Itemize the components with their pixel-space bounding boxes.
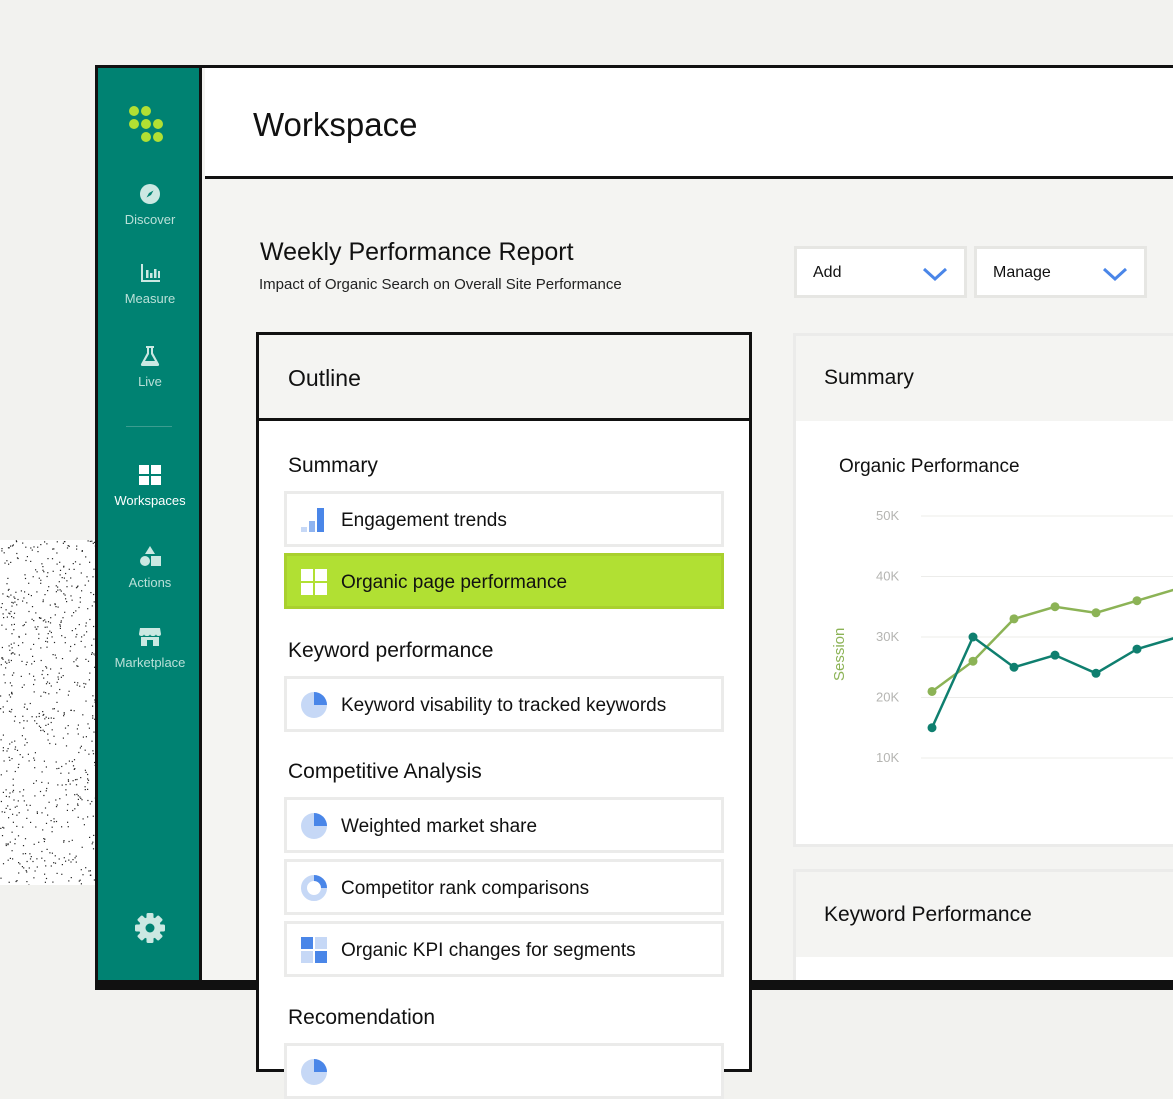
manage-dropdown[interactable]: Manage bbox=[974, 246, 1147, 298]
summary-card-title: Summary bbox=[824, 366, 914, 389]
y-axis-label: Session bbox=[831, 628, 848, 681]
data-point bbox=[1050, 650, 1060, 660]
pie-chart-icon bbox=[301, 813, 327, 839]
outline-item-label: Competitor rank comparisons bbox=[341, 878, 590, 899]
chevron-down-icon bbox=[1102, 267, 1128, 282]
data-point bbox=[1050, 602, 1060, 612]
keyword-card: Keyword Performance bbox=[793, 869, 1173, 989]
keyword-card-header: Keyword Performance bbox=[796, 872, 1173, 957]
grid-icon bbox=[301, 569, 327, 595]
manage-dropdown-label: Manage bbox=[993, 264, 1051, 281]
topbar: Workspace bbox=[205, 68, 1173, 179]
sidebar-item-label: Measure bbox=[124, 291, 176, 306]
data-point bbox=[927, 686, 937, 696]
data-point bbox=[1009, 662, 1019, 672]
data-point bbox=[927, 723, 937, 733]
outline-section-heading: Competitive Analysis bbox=[288, 760, 482, 783]
outline-item-weighted-market-share[interactable]: Weighted market share bbox=[284, 797, 724, 853]
summary-card-header: Summary bbox=[796, 336, 1173, 421]
flask-icon bbox=[140, 346, 160, 366]
data-point bbox=[1009, 614, 1019, 624]
outline-section-heading: Summary bbox=[288, 454, 378, 477]
data-point bbox=[968, 632, 978, 642]
sidebar-item-discover[interactable]: Discover bbox=[98, 182, 202, 227]
outline-item-keyword-visibility[interactable]: Keyword visability to tracked keywords bbox=[284, 676, 724, 732]
shapes-icon bbox=[140, 546, 161, 566]
sidebar-item-label: Workspaces bbox=[114, 493, 186, 508]
y-tick-label: 30K bbox=[876, 629, 899, 644]
outline-item-label: Engagement trends bbox=[341, 510, 507, 531]
sidebar-item-label: Live bbox=[138, 374, 162, 389]
report-title: Weekly Performance Report bbox=[260, 238, 574, 266]
outline-item-kpi-changes[interactable]: Organic KPI changes for segments bbox=[284, 921, 724, 977]
y-tick-label: 20K bbox=[876, 690, 899, 705]
outline-panel: Outline Summary Engagement trends Organi… bbox=[256, 332, 752, 1099]
report-subtitle: Impact of Organic Search on Overall Site… bbox=[259, 276, 622, 293]
data-point bbox=[1091, 608, 1101, 618]
outline-section-heading: Keyword performance bbox=[288, 639, 494, 662]
outline-item-label: Keyword visability to tracked keywords bbox=[341, 695, 667, 716]
sidebar-item-measure[interactable]: Measure bbox=[98, 261, 202, 306]
chart-title: Organic Performance bbox=[839, 456, 1020, 477]
grid-icon bbox=[301, 937, 327, 963]
bar-chart-icon bbox=[301, 508, 324, 532]
grid-icon bbox=[139, 465, 161, 485]
y-tick-label: 50K bbox=[876, 508, 899, 523]
outline-section-heading: Recomendation bbox=[288, 1006, 436, 1029]
sidebar-item-marketplace[interactable]: Marketplace bbox=[98, 625, 202, 670]
outline-item-label: Organic KPI changes for segments bbox=[341, 940, 636, 961]
data-point bbox=[1091, 668, 1101, 678]
outline-item-organic-page-performance[interactable]: Organic page performance bbox=[284, 553, 724, 609]
summary-card: Summary Organic Performance 10K 20K 30K 40K… bbox=[793, 333, 1173, 847]
sidebar-item-label: Marketplace bbox=[114, 655, 186, 670]
compass-icon bbox=[140, 184, 160, 204]
keyword-card-title: Keyword Performance bbox=[824, 903, 1032, 926]
data-point bbox=[1132, 644, 1142, 654]
sidebar: Discover Measure Live Workspaces Actions… bbox=[98, 68, 202, 980]
outline-header: Outline bbox=[259, 335, 749, 421]
store-icon bbox=[139, 628, 161, 646]
pie-chart-icon bbox=[301, 692, 327, 718]
add-dropdown-label: Add bbox=[813, 264, 842, 281]
donut-chart-icon bbox=[301, 875, 327, 901]
outline-item-recommendation[interactable] bbox=[284, 1043, 724, 1099]
speckle-texture bbox=[0, 540, 96, 885]
page-title: Workspace bbox=[253, 106, 418, 143]
sidebar-item-actions[interactable]: Actions bbox=[98, 545, 202, 590]
sidebar-divider bbox=[126, 426, 172, 427]
outline-item-label: Weighted market share bbox=[341, 816, 538, 837]
bar-chart-icon bbox=[141, 264, 160, 282]
sidebar-item-label: Discover bbox=[124, 212, 176, 227]
y-tick-label: 10K bbox=[876, 750, 899, 765]
pie-chart-icon bbox=[301, 1059, 327, 1085]
logo-icon bbox=[129, 106, 163, 142]
data-point bbox=[968, 656, 978, 666]
sidebar-item-live[interactable]: Live bbox=[98, 344, 202, 389]
outline-item-competitor-rank[interactable]: Competitor rank comparisons bbox=[284, 859, 724, 915]
add-dropdown[interactable]: Add bbox=[794, 246, 967, 298]
gear-icon[interactable] bbox=[134, 912, 166, 944]
sidebar-item-workspaces[interactable]: Workspaces bbox=[98, 463, 202, 508]
outline-item-label: Organic page performance bbox=[341, 572, 568, 593]
sidebar-item-label: Actions bbox=[128, 575, 172, 590]
outline-title: Outline bbox=[288, 365, 361, 391]
outline-item-engagement-trends[interactable]: Engagement trends bbox=[284, 491, 724, 547]
y-tick-label: 40K bbox=[876, 569, 899, 584]
chevron-down-icon bbox=[922, 267, 948, 282]
data-point bbox=[1132, 596, 1142, 606]
organic-performance-chart: 10K 20K 30K 40K 50K Session bbox=[831, 508, 1173, 765]
